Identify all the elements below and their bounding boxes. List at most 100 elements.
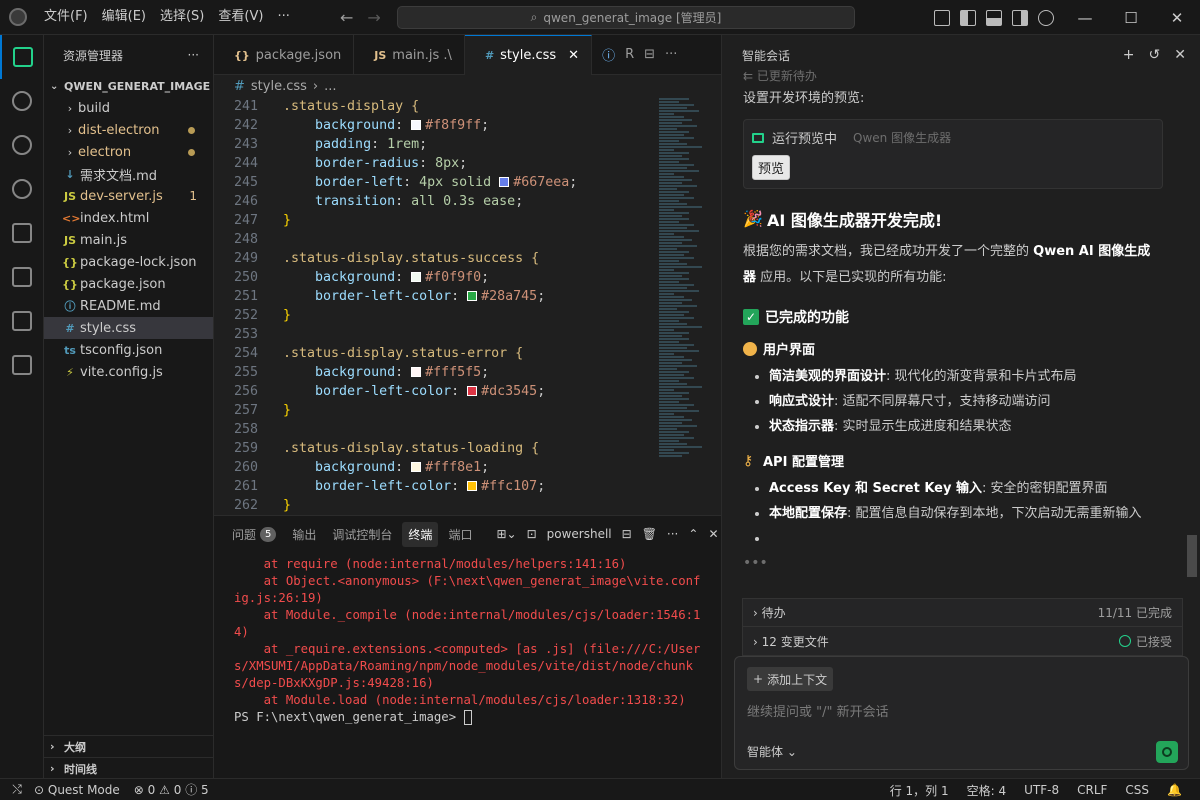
file-tree-item[interactable]: # style.css [44,317,213,339]
chevron-up-icon[interactable]: ⌃ [688,527,698,541]
network-activity[interactable] [0,211,44,255]
tab-debug-console[interactable]: 调试控制台 [326,522,398,547]
menu-more[interactable]: ··· [270,0,296,34]
explorer-activity[interactable] [0,35,44,79]
minimap-row [659,113,674,115]
terminal-output[interactable]: at require (node:internal/modules/helper… [214,556,721,726]
toggle-panel-icon[interactable] [986,9,1002,26]
search-activity[interactable] [0,79,44,123]
encoding[interactable]: UTF-8 [1024,783,1059,797]
indentation[interactable]: 空格: 4 [967,782,1007,799]
todo-row[interactable]: › 待办 11/11 已完成 [742,598,1183,627]
intro-paragraph: 根据您的需求文档，我已经成功开发了一个完整的 Qwen AI 图像生成器 应用。… [743,239,1163,291]
menu-selection[interactable]: 选择(S) [153,0,211,34]
cursor-position[interactable]: 行 1，列 1 [890,782,949,799]
code-editor[interactable]: 241 .status-display {242 background: #f8f… [214,97,721,515]
breadcrumb-file[interactable]: style.css [251,79,307,94]
compass-activity[interactable] [0,167,44,211]
tab-main-js[interactable]: JS main.js .\ [354,35,465,75]
chevron-right-icon: › [50,740,55,753]
info-icon[interactable]: ⓘ [602,45,615,64]
bell-icon[interactable]: 🔔 [1167,783,1182,797]
menu-view[interactable]: 查看(V) [211,0,270,34]
maximize-button[interactable]: ☐ [1108,0,1154,35]
run-debug-activity[interactable] [0,255,44,299]
tab-terminal[interactable]: 终端 [402,521,439,547]
terminal-cursor [463,710,472,725]
tab-problems[interactable]: 问题 5 [226,522,282,547]
minimize-button[interactable]: — [1062,0,1108,35]
tab-package-json[interactable]: {} package.json [214,35,355,75]
tab-ports-label: 端口 [448,527,473,542]
color-swatch[interactable] [411,272,422,282]
minimap-row [659,290,699,292]
extensions-activity[interactable] [0,343,44,387]
close-window-button[interactable]: ✕ [1154,0,1200,35]
menu-file[interactable]: 文件(F) [37,0,95,34]
agent-selector[interactable]: 智能体 ⌄ [747,743,797,760]
more-actions-icon[interactable]: ··· [667,527,678,541]
close-panel-icon[interactable]: ✕ [708,527,718,541]
color-swatch[interactable] [467,291,478,301]
problems-summary[interactable]: ⊗ 0 ⚠ 0 ⓘ 5 [134,781,209,798]
file-tree-item[interactable]: {} package-lock.json [44,251,213,273]
color-swatch[interactable] [411,462,422,472]
tab-ports[interactable]: 端口 [442,522,478,547]
color-swatch[interactable] [467,481,478,491]
language-mode[interactable]: CSS [1125,783,1149,797]
file-tree-item[interactable]: ⚡ vite.config.js [44,361,213,383]
minimap[interactable] [659,97,709,515]
split-terminal-icon[interactable]: ⊟ [622,527,632,541]
layout-customize-icon[interactable] [934,9,950,26]
more-actions-icon[interactable]: ··· [665,47,677,62]
tab-style-css[interactable]: # style.css ✕ [464,35,593,75]
outline-section[interactable]: › 大纲 [44,735,214,757]
file-tree-item[interactable]: ↓ 需求文档.md [44,163,213,185]
chat-scrollbar[interactable] [1187,535,1197,577]
chat-input[interactable] [747,701,1167,723]
file-tree-item[interactable]: › electron [44,141,213,163]
file-tree-item[interactable]: <> index.html [44,207,213,229]
more-actions-icon[interactable]: ··· [188,48,199,62]
color-swatch[interactable] [467,386,478,396]
close-tab-icon[interactable]: ✕ [568,48,579,63]
file-tree-item[interactable]: ⓘ README.md [44,295,213,317]
remote-explorer-activity[interactable] [0,299,44,343]
forward-arrow-icon[interactable]: → [367,8,380,27]
file-tree-item[interactable]: ts tsconfig.json [44,339,213,361]
command-center-search[interactable]: ⌕ qwen_generat_image [管理员] [397,6,855,29]
preview-button[interactable]: 预览 [752,155,791,180]
send-button[interactable] [1156,741,1178,763]
file-tree-item[interactable]: {} package.json [44,273,213,295]
close-chat-icon[interactable]: ✕ [1174,47,1186,63]
split-editor-icon[interactable]: ⊟ [644,47,655,62]
quest-mode[interactable]: ⊙ Quest Mode [34,783,120,797]
history-icon[interactable]: ↺ [1149,47,1161,63]
tab-extra-label[interactable]: R [625,47,634,62]
back-arrow-icon[interactable]: ← [340,8,353,27]
file-tree-item[interactable]: JS dev-server.js 1 [44,185,213,207]
file-tree-item[interactable]: JS main.js [44,229,213,251]
terminal-shell-label[interactable]: powershell [547,527,612,541]
toggle-secondary-sidebar-icon[interactable] [1012,9,1028,26]
timeline-section[interactable]: › 时间线 [44,757,214,779]
tab-output[interactable]: 输出 [286,522,322,547]
changes-row[interactable]: › 12 变更文件 已接受 [742,627,1183,656]
add-context-button[interactable]: + 添加上下文 [747,667,834,691]
workspace-root[interactable]: ⌄ QWEN_GENERAT_IMAGE [44,75,213,97]
toggle-sidebar-icon[interactable] [960,9,976,26]
color-swatch[interactable] [411,120,422,130]
account-icon[interactable] [1038,9,1054,26]
source-control-activity[interactable] [0,123,44,167]
trash-icon[interactable]: 🗑 [642,527,657,541]
new-chat-icon[interactable]: + [1123,47,1135,63]
file-tree-item[interactable]: › build [44,97,213,119]
file-tree-item[interactable]: › dist-electron [44,119,213,141]
breadcrumb-rest[interactable]: ... [324,79,336,94]
remote-indicator[interactable]: ⤭ [0,779,34,800]
color-swatch[interactable] [411,367,422,377]
new-terminal-icon[interactable]: ⊞⌄ [496,527,516,541]
end-of-line[interactable]: CRLF [1077,783,1107,797]
menu-edit[interactable]: 编辑(E) [95,0,153,34]
color-swatch[interactable] [499,177,510,187]
